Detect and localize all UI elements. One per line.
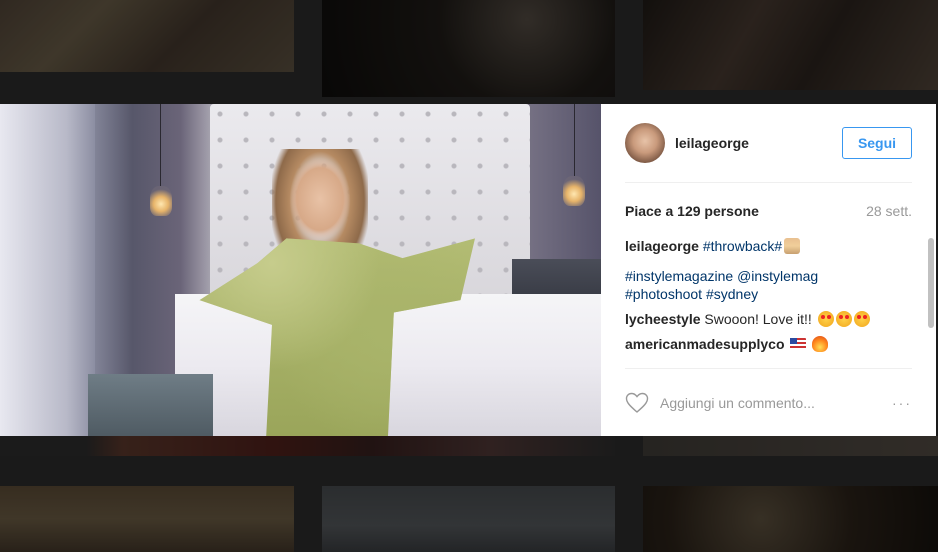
post-sidebar: leilageorge Segui Piace a 129 persone 28… — [601, 104, 936, 436]
heart-eyes-emoji-icon — [835, 311, 852, 327]
comment-input[interactable]: Aggiungi un commento... — [660, 395, 892, 411]
post-age[interactable]: 28 sett. — [866, 203, 912, 219]
likes-row: Piace a 129 persone 28 sett. — [625, 203, 912, 219]
more-options-button[interactable]: ··· — [892, 395, 912, 411]
comment-text: Swooon! Love it!! — [704, 311, 812, 327]
comment-author[interactable]: lycheestyle — [625, 311, 701, 327]
caption: leilageorge #throwback# #instylemagazine… — [625, 237, 912, 303]
comment-author[interactable]: americanmadesupplyco — [625, 336, 785, 352]
photo-lamp — [563, 176, 585, 206]
avatar[interactable] — [625, 123, 665, 163]
comment-item: lycheestyle Swooon! Love it!! — [625, 310, 912, 328]
hashtag[interactable]: #sydney — [706, 286, 758, 302]
hashtag[interactable]: #photoshoot — [625, 286, 702, 302]
fire-emoji-icon — [812, 336, 829, 352]
woman-emoji-icon — [784, 238, 801, 254]
likes-count[interactable]: Piace a 129 persone — [625, 203, 759, 219]
photo-lamp — [150, 186, 172, 216]
post-photo[interactable] — [0, 104, 601, 436]
hashtag[interactable]: #throwback — [703, 238, 775, 254]
post-header: leilageorge Segui — [625, 104, 912, 183]
post-username[interactable]: leilageorge — [675, 135, 842, 151]
hashtag[interactable]: #instylemagazine — [625, 268, 733, 284]
comments-scrollbar[interactable] — [928, 238, 934, 328]
post-modal: leilageorge Segui Piace a 129 persone 28… — [0, 104, 936, 436]
photo-nightstand — [88, 374, 213, 436]
hashtag[interactable]: # — [774, 238, 782, 254]
photo-wall — [0, 104, 95, 436]
mention[interactable]: @instylemag — [737, 268, 818, 284]
photo-face — [290, 159, 350, 239]
us-flag-emoji-icon — [790, 338, 807, 350]
comments-list: leilageorge #throwback# #instylemagazine… — [625, 237, 912, 367]
follow-button[interactable]: Segui — [842, 127, 912, 159]
lamp-cord — [160, 104, 161, 186]
comment-item: americanmadesupplyco — [625, 335, 912, 353]
heart-eyes-emoji-icon — [853, 311, 870, 327]
heart-icon[interactable] — [625, 392, 649, 414]
heart-eyes-emoji-icon — [817, 311, 834, 327]
post-footer: Aggiungi un commento... ··· — [625, 368, 912, 437]
caption-author[interactable]: leilageorge — [625, 238, 699, 254]
lamp-cord — [574, 104, 575, 176]
